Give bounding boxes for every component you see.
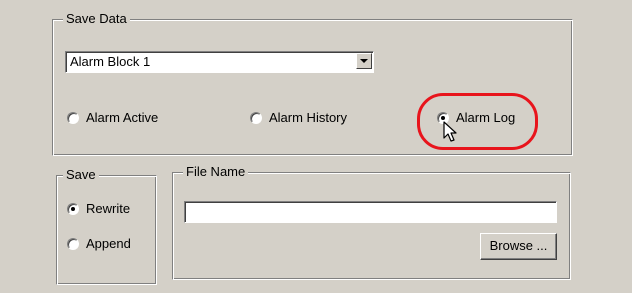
file-name-legend: File Name: [183, 164, 249, 180]
chevron-down-icon: [360, 59, 368, 63]
radio-alarm-history[interactable]: Alarm History: [250, 110, 347, 126]
radio-label: Rewrite: [86, 201, 131, 216]
radio-rewrite[interactable]: Rewrite: [67, 201, 130, 217]
save-legend: Save: [63, 167, 99, 183]
dropdown-arrow-button[interactable]: [356, 53, 372, 69]
selection-highlight-ring: [417, 93, 538, 150]
save-group: Save: [56, 167, 157, 285]
file-name-group: File Name: [172, 164, 571, 280]
file-name-input[interactable]: [184, 201, 557, 223]
alarm-block-dropdown[interactable]: Alarm Block 1: [65, 51, 374, 73]
radio-label: Alarm Active: [86, 110, 159, 125]
radio-circle-selected: [67, 203, 79, 215]
save-data-legend: Save Data: [63, 11, 130, 27]
radio-circle: [67, 238, 79, 250]
radio-alarm-active[interactable]: Alarm Active: [67, 110, 158, 126]
radio-append[interactable]: Append: [67, 236, 131, 252]
mouse-pointer-icon: [443, 121, 457, 142]
radio-circle: [67, 112, 79, 124]
radio-label: Alarm History: [269, 110, 348, 125]
radio-label: Append: [86, 236, 131, 251]
alarm-save-dialog: Save Data Alarm Block 1 Alarm Active Ala…: [0, 0, 632, 293]
browse-button[interactable]: Browse ...: [480, 233, 557, 260]
alarm-block-selected: Alarm Block 1: [70, 54, 151, 69]
radio-circle: [250, 112, 262, 124]
